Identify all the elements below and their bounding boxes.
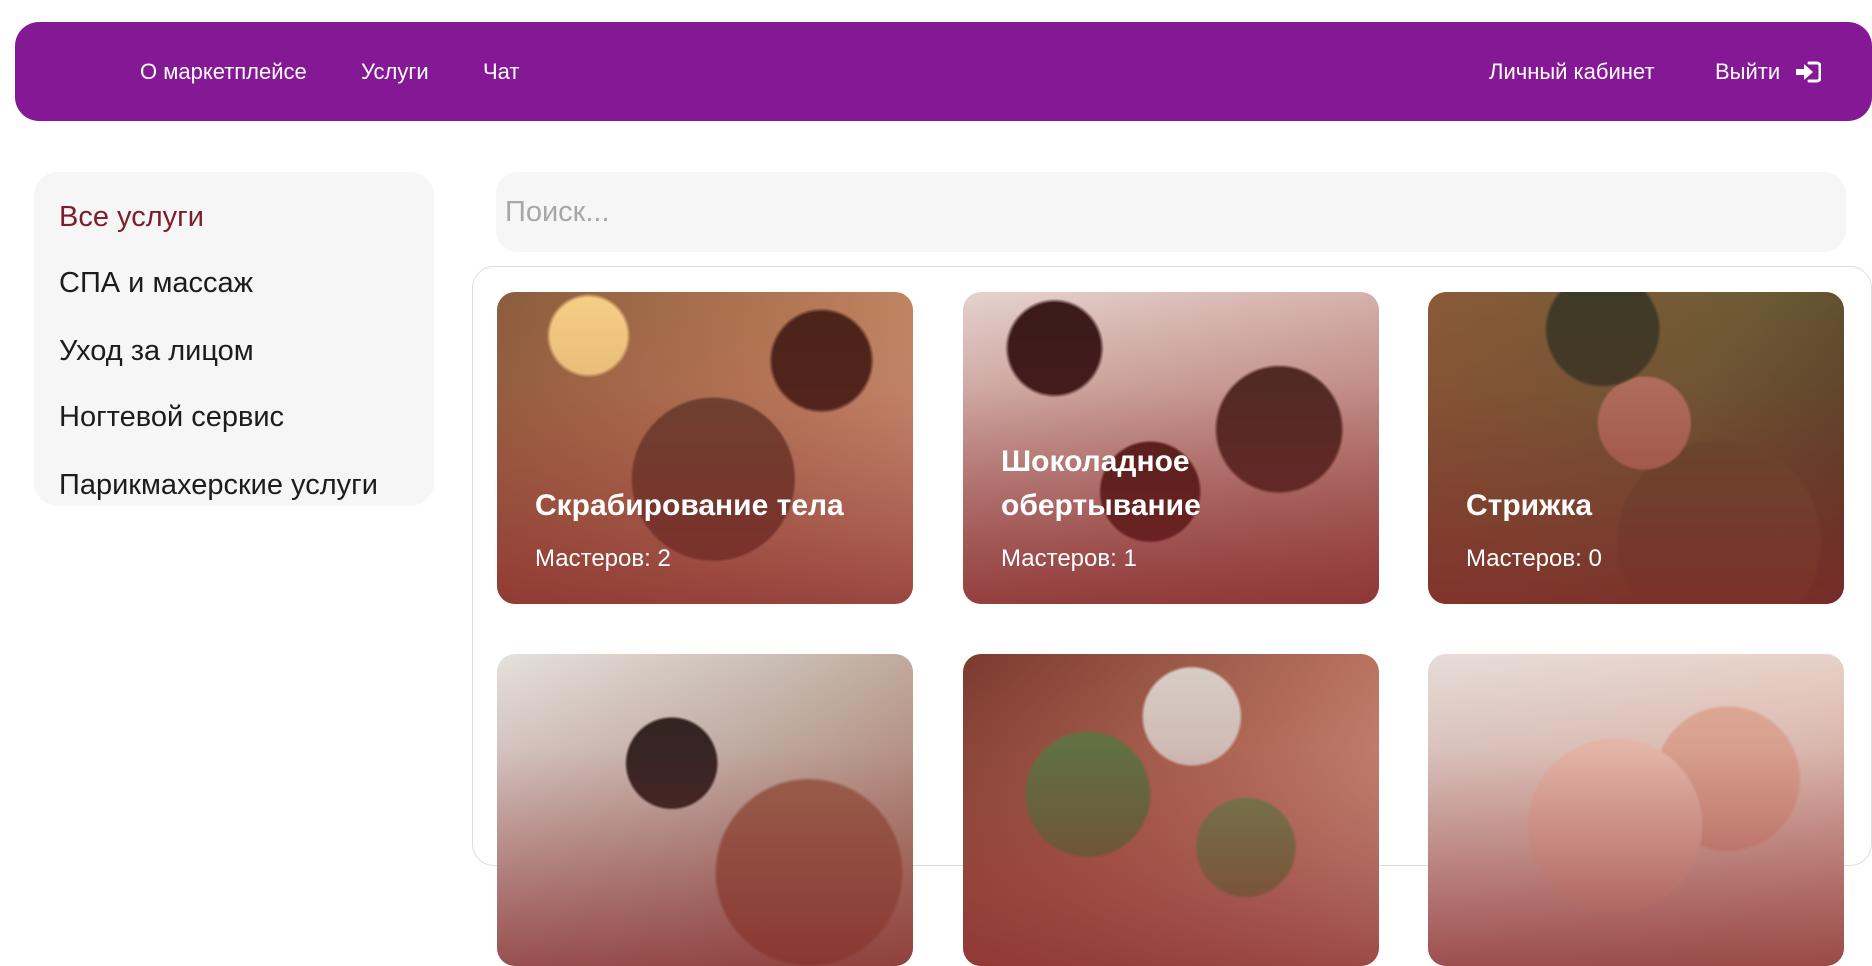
service-card[interactable] bbox=[1428, 654, 1844, 966]
category-all[interactable]: Все услуги bbox=[59, 193, 204, 241]
card-masters-count: Мастеров: 0 bbox=[1466, 545, 1602, 572]
nav-chat-link[interactable]: Чат bbox=[483, 22, 520, 121]
nav-cabinet-link[interactable]: Личный кабинет bbox=[1489, 22, 1655, 121]
nav-services-link[interactable]: Услуги bbox=[361, 22, 429, 121]
service-card[interactable]: Скрабирование тела Мастеров: 2 bbox=[497, 292, 913, 604]
card-masters-count: Мастеров: 2 bbox=[535, 545, 671, 572]
card-title: Шоколадное обертывание bbox=[1001, 445, 1201, 522]
card-title: Скрабирование тела bbox=[535, 489, 844, 522]
service-card[interactable] bbox=[963, 654, 1379, 966]
category-face-care[interactable]: Уход за лицом bbox=[59, 327, 254, 375]
category-hair-services[interactable]: Парикмахерские услуги bbox=[59, 461, 378, 509]
logout-link[interactable]: Выйти bbox=[1715, 22, 1780, 121]
card-image bbox=[963, 654, 1379, 966]
category-nail-service[interactable]: Ногтевой сервис bbox=[59, 393, 284, 441]
category-spa-massage[interactable]: СПА и массаж bbox=[59, 259, 253, 307]
card-masters-count: Мастеров: 1 bbox=[1001, 545, 1137, 572]
sign-out-icon[interactable] bbox=[1795, 61, 1821, 83]
service-card[interactable]: Шоколадное обертывание Мастеров: 1 bbox=[963, 292, 1379, 604]
card-image bbox=[1428, 654, 1844, 966]
top-navbar: О маркетплейсе Услуги Чат Личный кабинет… bbox=[15, 22, 1872, 121]
search-input[interactable] bbox=[496, 172, 1846, 252]
service-card[interactable]: Стрижка Мастеров: 0 bbox=[1428, 292, 1844, 604]
card-title: Стрижка bbox=[1466, 489, 1593, 522]
service-card[interactable] bbox=[497, 654, 913, 966]
nav-about-link[interactable]: О маркетплейсе bbox=[140, 22, 307, 121]
card-image bbox=[497, 654, 913, 966]
